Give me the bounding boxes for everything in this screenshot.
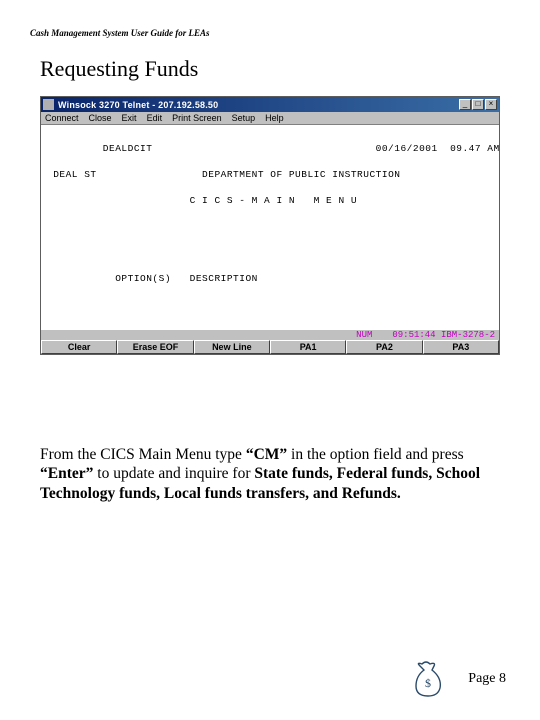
maximize-button[interactable]: □ <box>472 99 484 110</box>
menu-print[interactable]: Print Screen <box>172 113 222 123</box>
menu-edit[interactable]: Edit <box>147 113 163 123</box>
menu-close[interactable]: Close <box>89 113 112 123</box>
svg-text:$: $ <box>425 676 431 690</box>
status-indicator: NUM 09:51:44 IBM-3278-2 <box>41 330 499 340</box>
minimize-button[interactable]: _ <box>459 99 471 110</box>
menubar: Connect Close Exit Edit Print Screen Set… <box>41 112 499 125</box>
function-button-row: Clear Erase EOF New Line PA1 PA2 PA3 <box>41 340 499 354</box>
page-number: Page 8 <box>468 671 506 687</box>
pa3-button[interactable]: PA3 <box>423 340 499 354</box>
numlock-label: NUM <box>356 330 372 340</box>
erase-eof-button[interactable]: Erase EOF <box>117 340 193 354</box>
menu-connect[interactable]: Connect <box>45 113 79 123</box>
menu-setup[interactable]: Setup <box>232 113 256 123</box>
terminal-window: Winsock 3270 Telnet - 207.192.58.50 _ □ … <box>40 96 500 355</box>
pa2-button[interactable]: PA2 <box>346 340 422 354</box>
page-footer: $ Page 8 <box>408 660 506 698</box>
window-title: Winsock 3270 Telnet - 207.192.58.50 <box>58 100 459 110</box>
close-button[interactable]: × <box>485 99 497 110</box>
app-icon <box>43 99 54 110</box>
menu-help[interactable]: Help <box>265 113 284 123</box>
pa1-button[interactable]: PA1 <box>270 340 346 354</box>
status-clock: 09:51:44 IBM-3278-2 <box>392 330 495 340</box>
money-bag-icon: $ <box>408 660 450 698</box>
terminal-screen[interactable]: DEALDCIT 00/16/2001 09.47 AM DEAL ST DEP… <box>41 125 499 330</box>
section-title: Requesting Funds <box>40 56 510 82</box>
menu-exit[interactable]: Exit <box>122 113 137 123</box>
titlebar: Winsock 3270 Telnet - 207.192.58.50 _ □ … <box>41 97 499 112</box>
new-line-button[interactable]: New Line <box>194 340 270 354</box>
doc-header: Cash Management System User Guide for LE… <box>30 28 510 38</box>
instruction-text: From the CICS Main Menu type “CM” in the… <box>40 445 500 503</box>
clear-button[interactable]: Clear <box>41 340 117 354</box>
